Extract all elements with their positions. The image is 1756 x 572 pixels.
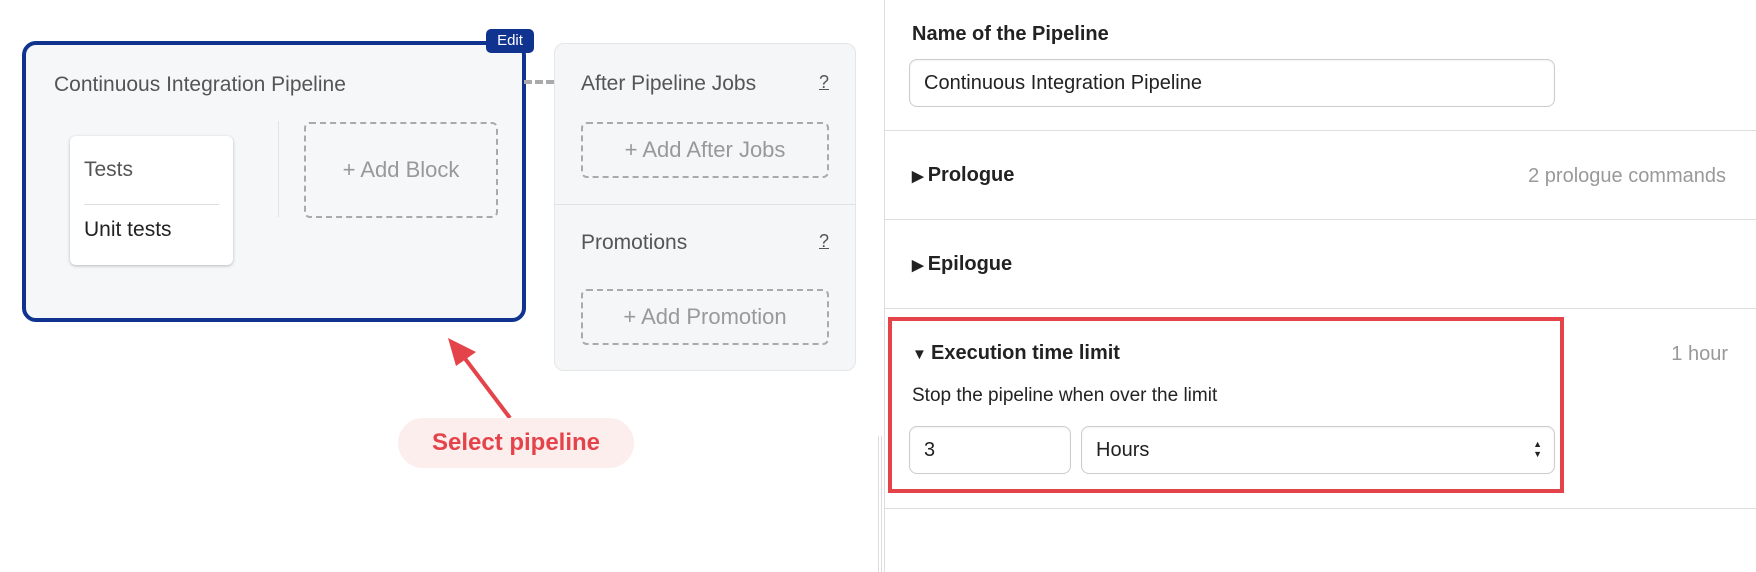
add-promotion-button[interactable]: + Add Promotion — [581, 289, 829, 345]
prologue-section[interactable]: ▶ Prologue 2 prologue commands — [885, 131, 1756, 220]
promotions-help-link[interactable]: ? — [819, 231, 829, 252]
after-pipeline-panel: After Pipeline Jobs ? + Add After Jobs P… — [554, 43, 856, 371]
name-label: Name of the Pipeline — [912, 23, 1109, 45]
pipeline-name-input[interactable]: Continuous Integration Pipeline — [909, 59, 1555, 107]
divider — [278, 121, 279, 217]
scrollbar — [878, 436, 882, 572]
caret-right-icon: ▶ — [912, 257, 928, 274]
divider — [84, 204, 219, 205]
prologue-label: Prologue — [927, 164, 1015, 186]
pipeline-title: Continuous Integration Pipeline — [54, 73, 346, 96]
pipeline-card[interactable]: Continuous Integration Pipeline Tests Un… — [22, 41, 526, 322]
arrow-icon — [448, 338, 512, 420]
execution-time-limit-summary: 1 hour — [1671, 343, 1728, 365]
annotation-label: Select pipeline — [398, 418, 634, 468]
block-name: Tests — [84, 158, 134, 181]
divider — [555, 204, 855, 205]
connector-line — [524, 80, 554, 84]
promotions-title: Promotions — [581, 231, 688, 254]
add-after-jobs-button[interactable]: + Add After Jobs — [581, 122, 829, 178]
add-block-button[interactable]: + Add Block — [304, 122, 498, 218]
after-jobs-title: After Pipeline Jobs — [581, 72, 757, 95]
job-item[interactable]: Unit tests — [84, 218, 172, 242]
epilogue-section[interactable]: ▶ Epilogue — [885, 220, 1756, 309]
after-jobs-help-link[interactable]: ? — [819, 72, 829, 93]
highlight-box — [888, 317, 1564, 493]
edit-badge[interactable]: Edit — [486, 29, 534, 53]
block-card[interactable]: Tests Unit tests — [70, 136, 233, 265]
epilogue-label: Epilogue — [927, 253, 1013, 275]
caret-right-icon: ▶ — [912, 168, 928, 185]
prologue-summary: 2 prologue commands — [1528, 165, 1726, 187]
